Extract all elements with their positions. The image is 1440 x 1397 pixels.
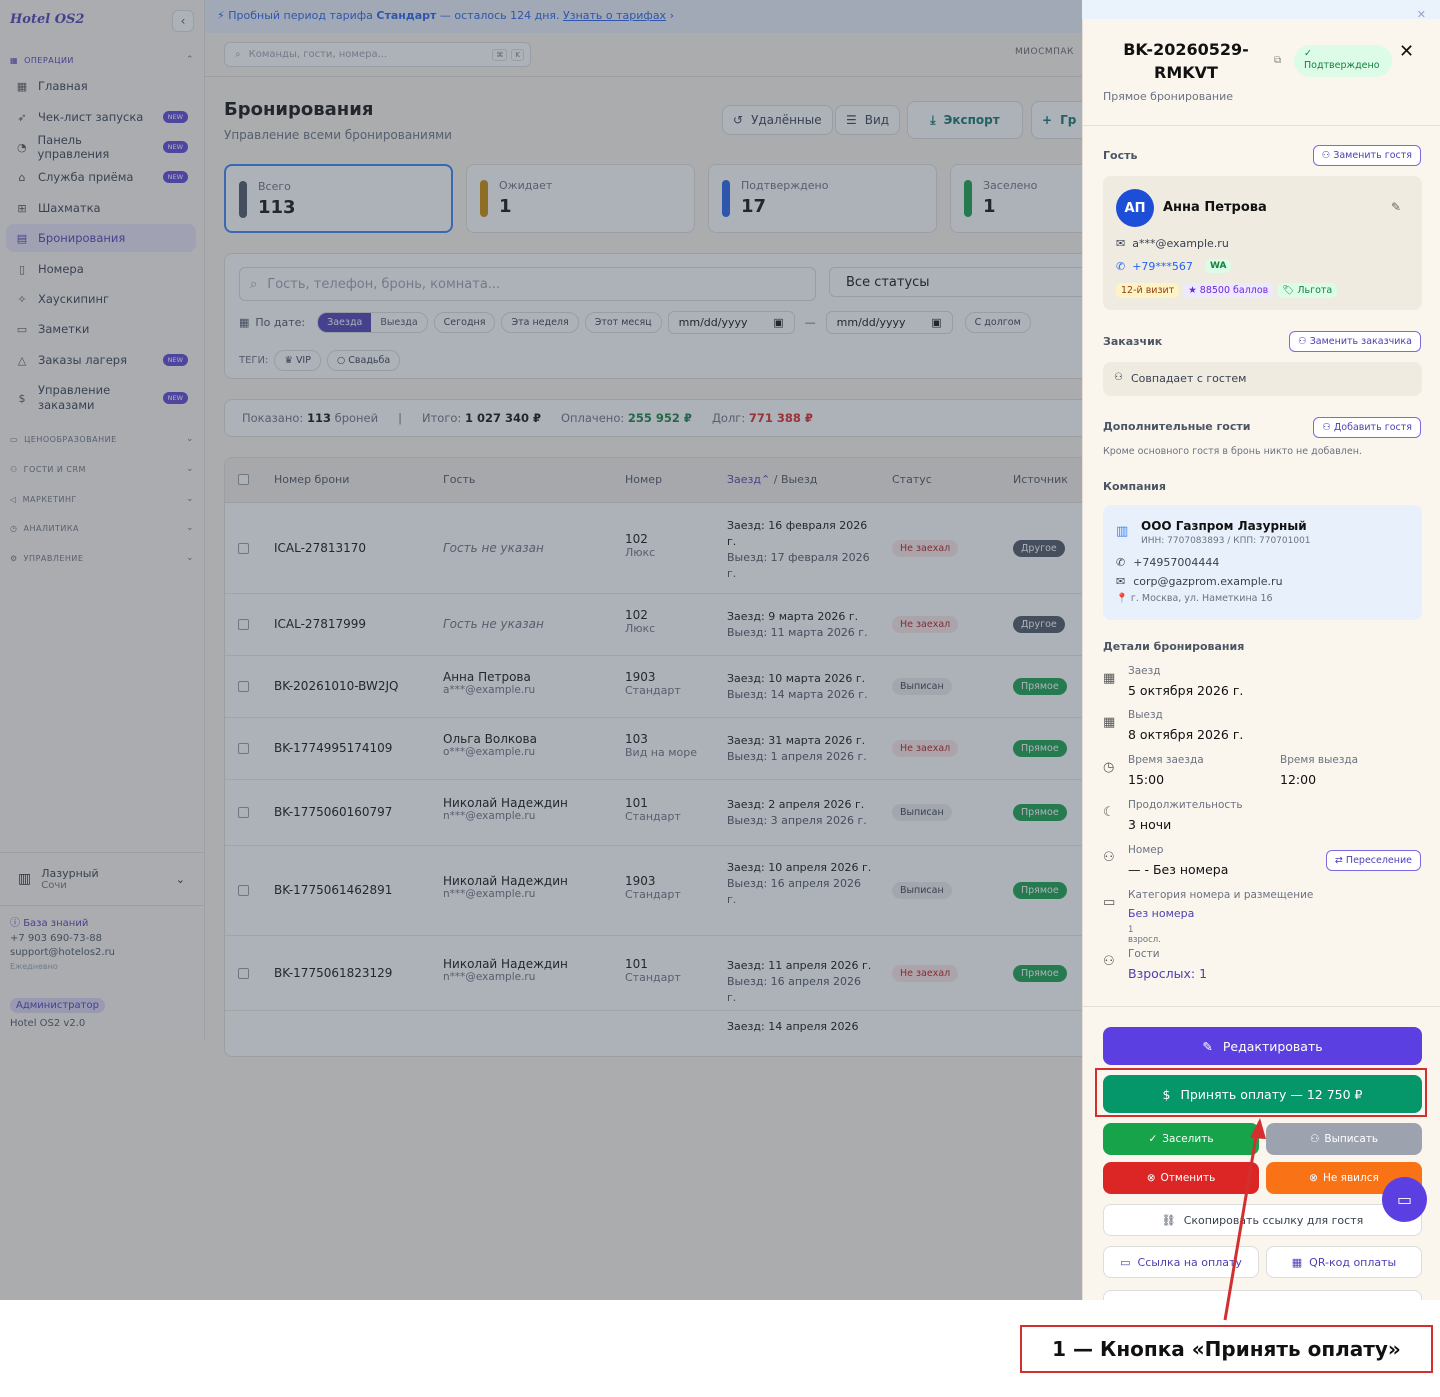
person-icon: ⚇ bbox=[1103, 850, 1115, 865]
building-icon: ▥ bbox=[1116, 524, 1129, 539]
payment-qr-button[interactable]: ▦ QR-код оплаты bbox=[1266, 1246, 1422, 1278]
edit-icon: ✎ bbox=[1202, 1038, 1213, 1054]
chat-button[interactable]: ▭ bbox=[1382, 1177, 1427, 1222]
guest-name[interactable]: Анна Петрова bbox=[1163, 200, 1267, 215]
copy-icon[interactable]: ⧉ bbox=[1274, 55, 1281, 66]
visit-count-badge: 12-й визит bbox=[1116, 283, 1180, 298]
user-plus-icon: ⚇ bbox=[1322, 422, 1331, 433]
avatar: АП bbox=[1116, 189, 1154, 227]
benefit-badge: 🏷 Льгота bbox=[1277, 283, 1338, 298]
card-icon: ▭ bbox=[1120, 1255, 1131, 1269]
guest-card: АП Анна Петрова ✎ ✉ a***@example.ru ✆ +79*… bbox=[1103, 176, 1422, 310]
user-icon: ⚇ bbox=[1309, 1133, 1320, 1145]
copy-guest-link-button[interactable]: ⛓ Скопировать ссылку для гостя bbox=[1103, 1204, 1422, 1236]
replace-customer-button[interactable]: ⚇ Заменить заказчика bbox=[1289, 331, 1421, 352]
replace-guest-button[interactable]: ⚇ Заменить гостя bbox=[1312, 145, 1421, 166]
chat-icon: ▭ bbox=[1396, 1190, 1413, 1209]
customer-card: ⚇ Совпадает с гостем bbox=[1103, 362, 1422, 396]
edit-booking-button[interactable]: ✎ Редактировать bbox=[1103, 1027, 1422, 1065]
highlight-box bbox=[1095, 1068, 1427, 1117]
relocate-button[interactable]: ⇄ Переселение bbox=[1325, 850, 1421, 871]
annotation-callout: 1 — Кнопка «Принять оплату» bbox=[1020, 1325, 1433, 1373]
company-card: ▥ ООО Газпром Лазурный ИНН: 7707083893 /… bbox=[1103, 505, 1422, 620]
phone-icon: ✆ bbox=[1116, 556, 1126, 569]
calendar-icon: ▦ bbox=[1103, 671, 1116, 686]
users-icon: ⚇ bbox=[1103, 954, 1115, 969]
user-icon: ⚇ bbox=[1114, 372, 1123, 383]
customer-section-label: Заказчик bbox=[1103, 335, 1163, 348]
phone-icon: ✆ bbox=[1116, 259, 1126, 273]
check-circle-icon: ✓ bbox=[1148, 1133, 1158, 1145]
link-icon: ⛓ bbox=[1161, 1213, 1176, 1227]
screenshot-root: Hotel OS2 ‹ ▦ ОПЕРАЦИИ ⌃ ▦ Главная ➶ Чек-лис… bbox=[0, 0, 1440, 1397]
edit-icon[interactable]: ✎ bbox=[1391, 200, 1401, 214]
add-guest-button[interactable]: ⚇ Добавить гостя bbox=[1313, 417, 1421, 438]
modal-backdrop[interactable] bbox=[0, 0, 1082, 1300]
status-badge: ✓ Подтверждено bbox=[1294, 45, 1392, 77]
moon-icon: ☾ bbox=[1103, 805, 1115, 820]
guest-phone[interactable]: +79***567 bbox=[1132, 260, 1193, 273]
user-icon: ⚇ bbox=[1321, 150, 1331, 161]
guest-email: a***@example.ru bbox=[1132, 237, 1229, 250]
bed-icon: ▭ bbox=[1103, 895, 1116, 910]
company-inn: ИНН: 7707083893 / КПП: 770701001 bbox=[1141, 536, 1311, 546]
company-name: ООО Газпром Лазурный bbox=[1141, 519, 1307, 533]
booking-source: Прямое бронирование bbox=[1103, 90, 1234, 103]
clock-icon: ◷ bbox=[1103, 760, 1115, 775]
check-in-button[interactable]: ✓ Заселить bbox=[1103, 1123, 1259, 1155]
panel-actions: ✎ Редактировать $ Принять оплату — 12 750 … bbox=[1083, 1006, 1440, 1300]
loyalty-points-badge: ★ 88500 баллов bbox=[1183, 283, 1274, 298]
details-section-label: Детали бронирования bbox=[1103, 640, 1245, 653]
guest-section-label: Гость bbox=[1103, 149, 1138, 162]
cancel-booking-button[interactable]: ⊗ Отменить bbox=[1103, 1162, 1259, 1194]
user-icon: ⚇ bbox=[1298, 336, 1307, 347]
qr-icon: ▦ bbox=[1291, 1255, 1303, 1269]
x-circle-icon: ⊗ bbox=[1309, 1172, 1318, 1184]
check-out-button[interactable]: ⚇ Выписать bbox=[1266, 1123, 1422, 1155]
close-icon[interactable]: ✕ bbox=[1399, 41, 1414, 62]
calendar-icon: ▦ bbox=[1103, 715, 1116, 730]
swap-icon: ⇄ bbox=[1334, 855, 1343, 866]
mail-icon: ✉ bbox=[1116, 575, 1126, 588]
check-circle-icon: ✓ bbox=[1304, 48, 1312, 59]
booking-id: BK-20260529-RMKVT bbox=[1123, 40, 1249, 82]
extra-guests-label: Дополнительные гости bbox=[1103, 420, 1251, 433]
mail-icon: ✉ bbox=[1116, 237, 1126, 250]
whatsapp-badge[interactable]: WA bbox=[1204, 259, 1232, 273]
extra-guests-note: Кроме основного гостя в бронь никто не д… bbox=[1103, 446, 1362, 457]
more-actions-button[interactable] bbox=[1103, 1290, 1422, 1300]
x-circle-icon: ⊗ bbox=[1146, 1172, 1156, 1184]
company-section-label: Компания bbox=[1103, 480, 1166, 493]
payment-link-button[interactable]: ▭ Ссылка на оплату bbox=[1103, 1246, 1259, 1278]
